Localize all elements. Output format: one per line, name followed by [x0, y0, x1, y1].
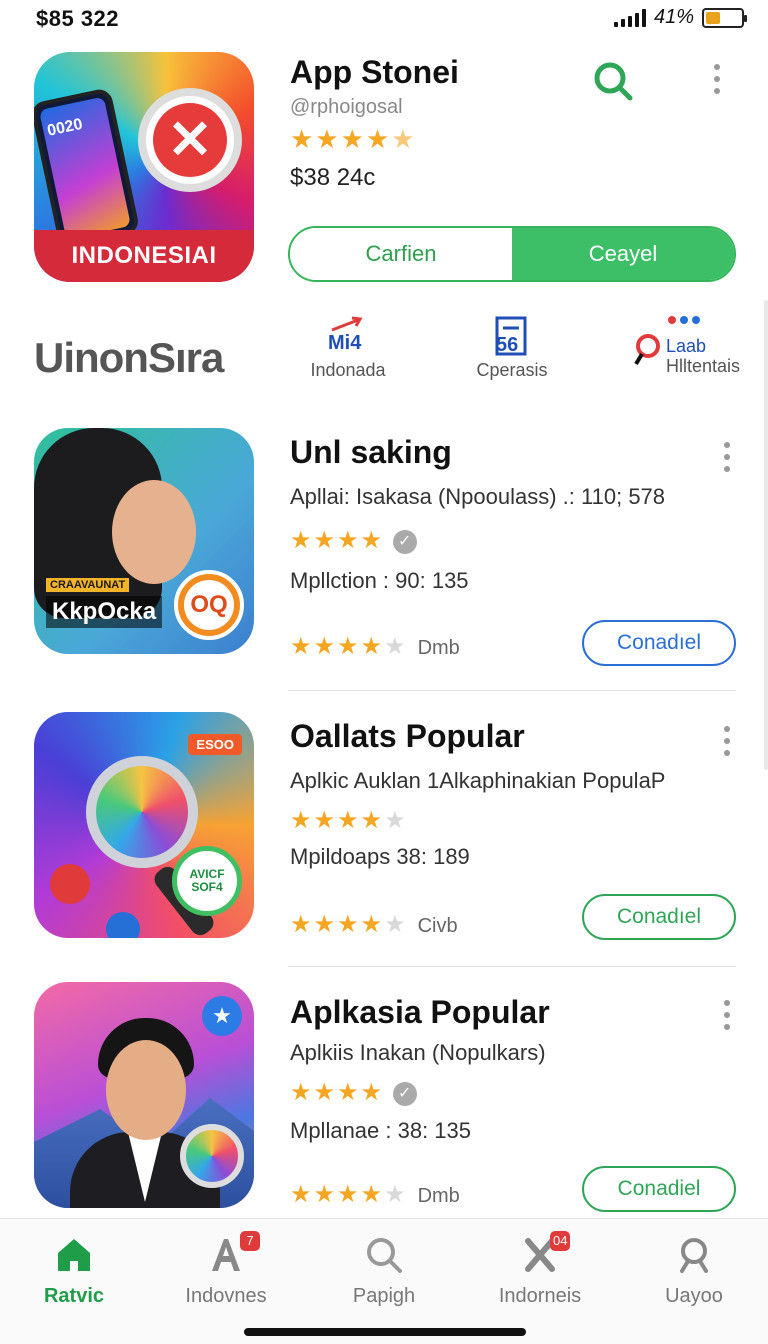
games-icon: 04 — [470, 1231, 610, 1279]
app-subtitle: Aplkic Auklan 1Alkaphinakian PopulaP — [290, 768, 666, 793]
battery-percent: 41% — [653, 6, 694, 28]
icon-green-badge: AVICF SOF4 — [172, 846, 242, 916]
app-rating-stars: ★★★★ ✓ — [290, 1078, 417, 1107]
divider — [288, 966, 736, 967]
home-icon — [4, 1231, 144, 1279]
scrollbar[interactable] — [764, 300, 768, 770]
verified-icon: ✓ — [392, 530, 417, 554]
notification-badge: 7 — [240, 1231, 260, 1251]
category-item-1[interactable]: Mi4 Indonada — [306, 316, 390, 381]
nav-item-games[interactable]: 04 Indorneis — [470, 1231, 610, 1308]
more-options-icon[interactable] — [724, 726, 730, 756]
close-circle-icon: ✕ — [138, 88, 242, 192]
app-icon[interactable]: ESOO AVICF SOF4 — [34, 712, 254, 938]
app-tag: Dmb — [417, 637, 460, 659]
hero-rating-stars: ★★★★★ — [290, 124, 417, 154]
get-button[interactable]: Conadiel — [582, 1166, 736, 1212]
category-label: Indonada — [310, 360, 386, 380]
bottom-navigation: Ratvic 7 Indovnes Papigh 04 Indorneis Ua… — [0, 1218, 768, 1344]
orb-icon — [180, 1124, 244, 1188]
hero-app-title: App Stonei — [290, 54, 459, 90]
nav-item-home[interactable]: Ratvic — [4, 1231, 144, 1308]
icon-badge-text: KkpOcka — [46, 596, 163, 628]
icon-badge-label: CRAAVAUNAT — [46, 578, 130, 592]
status-indicators: 41% — [613, 6, 747, 29]
app-subtitle: Apllai: Isakasa (Npooulass) .: 110; 578 — [290, 484, 666, 509]
hero-icon-banner: INDONESIAI — [34, 230, 254, 282]
signal-icon — [613, 8, 646, 27]
app-name: Oallats Popular — [290, 718, 525, 754]
verified-icon: ✓ — [392, 1082, 417, 1106]
app-icon[interactable]: ★ — [34, 982, 254, 1208]
app-rating-stars: ★★★★★ — [290, 807, 408, 834]
app-icon[interactable]: CRAAVAUNAT KkpOcka OQ — [34, 428, 254, 654]
icon-circle-badge: OQ — [174, 570, 244, 640]
more-options-icon[interactable] — [714, 64, 720, 94]
app-rating-stars-secondary: ★★★★★ Dmb — [290, 1181, 460, 1208]
status-bar: $85 322 41% — [0, 0, 768, 36]
nav-item-profile[interactable]: Uayoo — [624, 1231, 764, 1308]
app-meta: Mpildoaps 38: 189 — [290, 844, 470, 869]
app-tag: Dmb — [417, 1185, 460, 1207]
app-rating-stars: ★★★★ ✓ — [290, 526, 417, 555]
nav-label: Ratvic — [43, 1285, 105, 1307]
nav-label: Papigh — [352, 1285, 416, 1307]
get-button[interactable]: Conadıel — [582, 620, 736, 666]
more-options-icon[interactable] — [724, 442, 730, 472]
app-name: Aplkasia Popular — [290, 994, 550, 1030]
cancel-button[interactable]: Carfien — [290, 228, 512, 280]
category-label: Hlltentais — [666, 356, 741, 376]
category-item-2[interactable]: 56 Cperasis — [470, 316, 554, 381]
app-rating-stars-secondary: ★★★★★ Dmb — [290, 633, 460, 660]
phone-illustration: 0020 — [34, 87, 141, 249]
nav-label: Indorneis — [498, 1285, 582, 1307]
app-name: Unl saking — [290, 434, 452, 470]
brand-logo: UinonSıra — [34, 334, 224, 381]
search-icon[interactable] — [592, 60, 634, 102]
status-time: $85 322 — [36, 6, 120, 31]
search-icon — [314, 1231, 454, 1279]
hero-price: $38 24c — [290, 164, 376, 191]
icon-tag: ESOO — [188, 734, 242, 755]
arrow-chart-icon: Mi4 — [306, 316, 390, 356]
document-icon: 56 — [470, 316, 554, 356]
battery-icon — [702, 7, 747, 28]
profile-search-icon — [624, 1231, 764, 1279]
category-item-3[interactable]: Laab Hlltentais — [634, 316, 744, 377]
hero-action-buttons: Carfien Ceayel — [288, 226, 736, 282]
nav-label: Uayoo — [665, 1285, 723, 1307]
nav-item-apps[interactable]: 7 Indovnes — [156, 1231, 296, 1308]
nav-item-search[interactable]: Papigh — [314, 1231, 454, 1308]
hero-developer[interactable]: @rphoigosal — [290, 96, 403, 119]
apps-icon: 7 — [156, 1231, 296, 1279]
app-meta: Mpllction : 90: 135 — [290, 568, 469, 593]
hero-app-icon[interactable]: 0020 ✕ INDONESIAI — [34, 52, 254, 282]
battery-fill — [706, 11, 720, 24]
app-tag: Civb — [417, 915, 458, 937]
more-options-icon[interactable] — [724, 1000, 730, 1030]
get-button[interactable]: Conadıel — [582, 894, 736, 940]
home-indicator[interactable] — [244, 1328, 526, 1336]
install-button[interactable]: Ceayel — [512, 228, 734, 280]
category-label: Cperasis — [476, 360, 548, 380]
app-subtitle: Aplkiis Inakan (Nopulkars) — [290, 1040, 546, 1065]
app-rating-stars-secondary: ★★★★★ Civb — [290, 911, 458, 938]
lab-search-icon: Laab — [634, 316, 744, 366]
notification-badge: 04 — [550, 1231, 571, 1251]
app-meta: Mpllanae : 38: 135 — [290, 1118, 472, 1143]
nav-label: Indovnes — [185, 1285, 267, 1307]
divider — [288, 690, 736, 691]
star-badge-icon: ★ — [202, 996, 242, 1036]
